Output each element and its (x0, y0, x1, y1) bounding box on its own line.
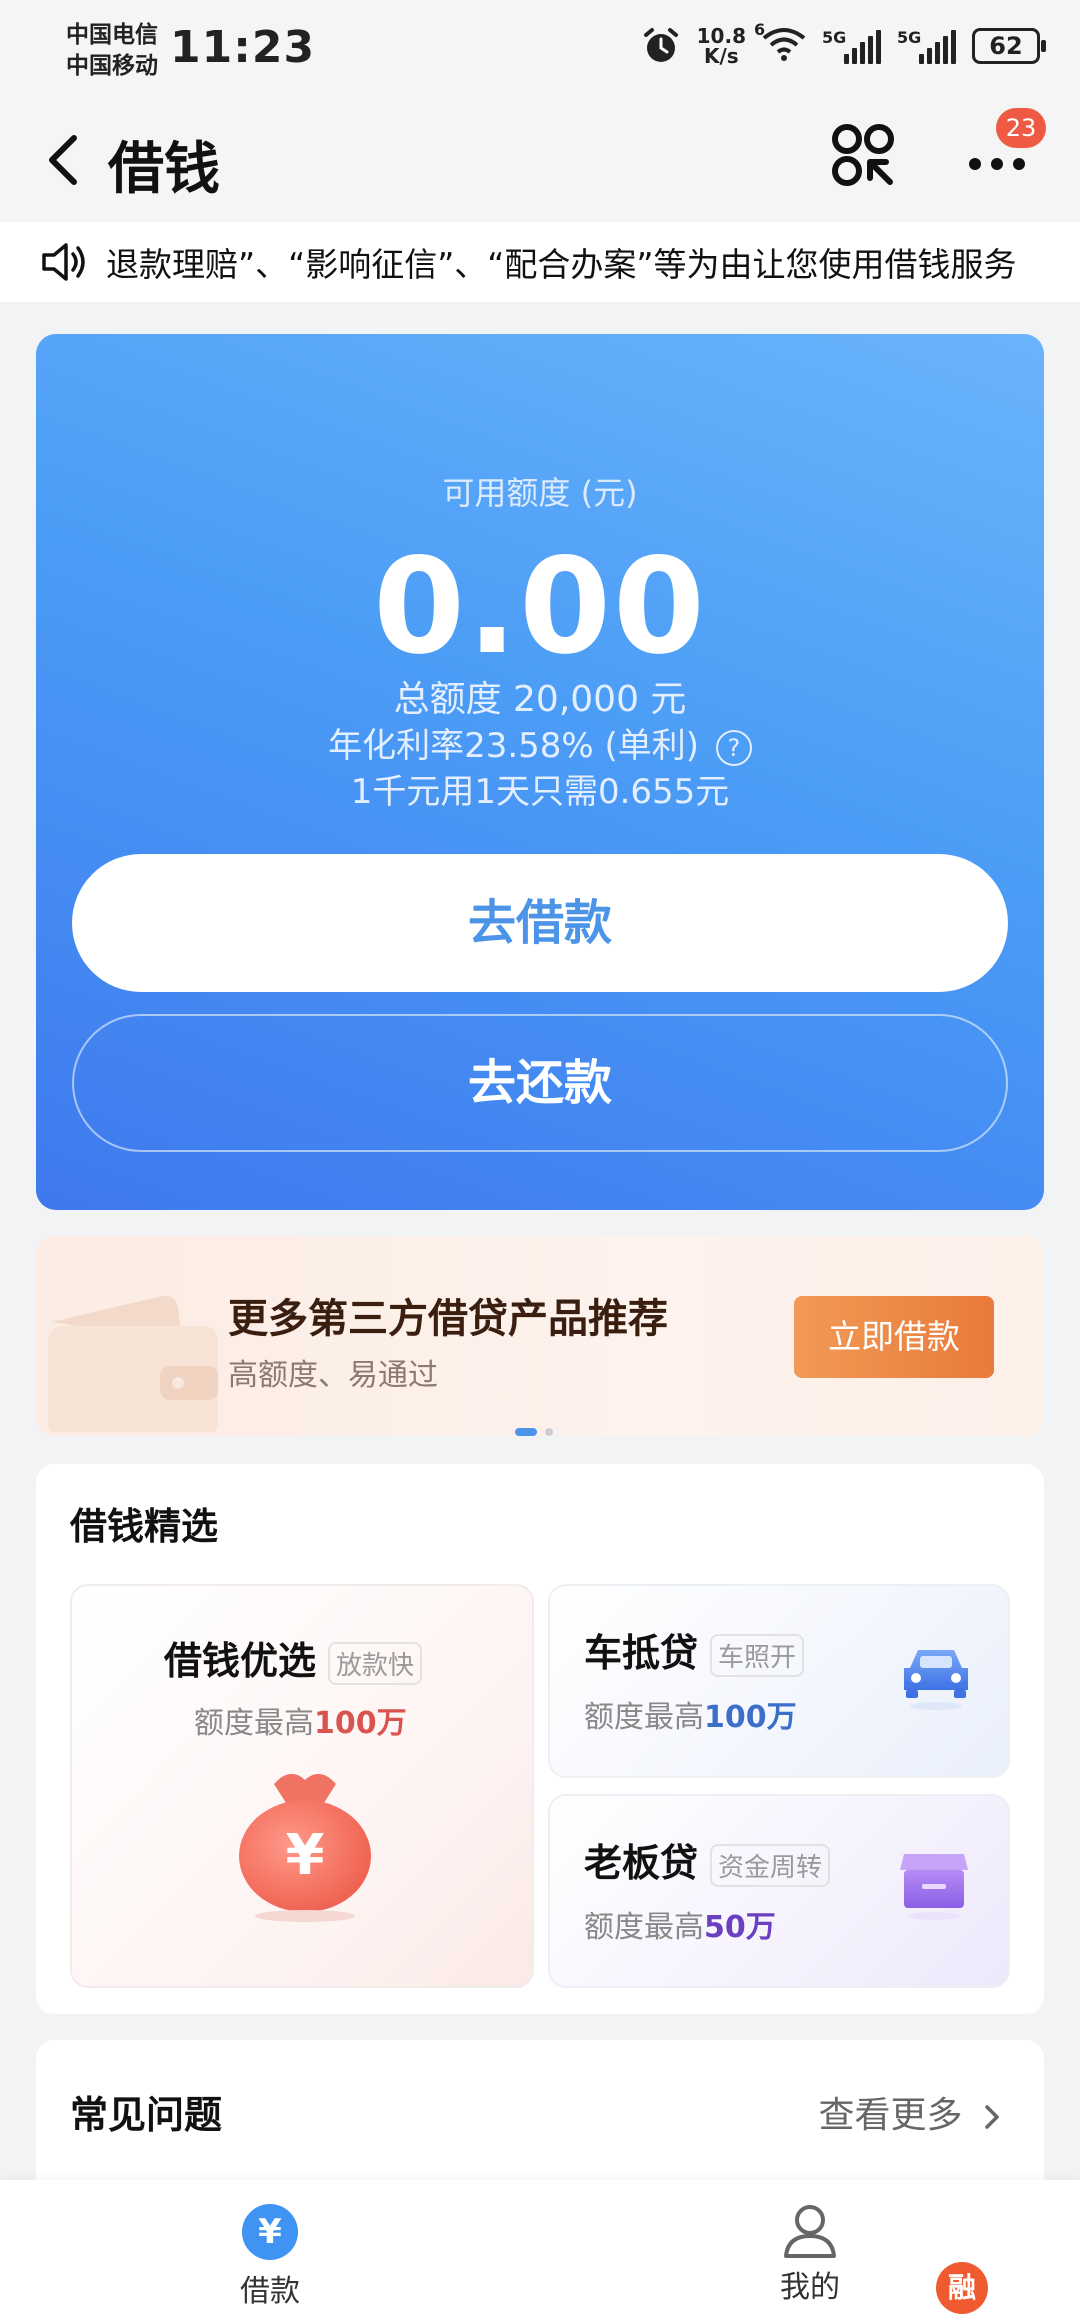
wallet-icon (48, 1295, 218, 1432)
help-icon[interactable]: ? (715, 729, 752, 766)
carousel-dot (545, 1428, 553, 1436)
signal-2-icon: 5G (897, 28, 956, 64)
credit-limit-card: 可用额度 (元) 0.00 总额度 20,000 元 年化利率23.58% (单… (36, 334, 1044, 1210)
limit-value: 50万 (704, 1910, 776, 1945)
limit-value: 100万 (314, 1706, 407, 1741)
tab-borrow-label: 借款 (240, 2274, 300, 2309)
loan-tag: 放款快 (328, 1642, 423, 1685)
loan-card-name: 车抵贷 车照开 (584, 1622, 805, 1677)
limit-prefix: 额度最高 (194, 1706, 314, 1741)
limit-value: 100万 (704, 1700, 797, 1735)
status-bar: 中国电信 中国移动 11:23 10.8 K/s 6 5G 5G 62 (0, 0, 1080, 100)
back-arrow-icon[interactable] (40, 128, 90, 192)
annual-rate-text: 年化利率23.58% (单利) (328, 726, 700, 766)
page-title: 借钱 (108, 137, 220, 202)
limit-prefix: 额度最高 (584, 1700, 704, 1735)
bottom-navigation: ¥ 借款 我的 (0, 2180, 1080, 2317)
floating-rong-button[interactable]: 融 (936, 2262, 988, 2314)
faq-more-link[interactable]: 查看更多 (819, 2086, 1004, 2138)
signal-1-icon: 5G (822, 28, 881, 64)
total-limit: 总额度 20,000 元 (393, 679, 687, 720)
tab-mine[interactable]: 我的 (740, 2190, 880, 2310)
user-icon (784, 2205, 836, 2258)
wifi-label: 6 (754, 20, 766, 39)
loan-limit: 额度最高100万 (584, 1692, 797, 1736)
signal-2-label: 5G (897, 28, 922, 47)
battery-indicator: 62 (972, 28, 1046, 64)
net-speed-unit: K/s (703, 44, 739, 68)
faq-title: 常见问题 (70, 2093, 223, 2137)
money-bag-icon: ¥ (239, 1773, 371, 1922)
annual-rate: 年化利率23.58% (单利) ? (36, 718, 1044, 767)
loan-tag: 资金周转 (710, 1844, 831, 1887)
loan-card-boss[interactable]: 老板贷 资金周转 额度最高50万 (548, 1794, 1010, 1988)
svg-text:¥: ¥ (286, 1823, 325, 1888)
net-speed-value: 10.8 (696, 24, 746, 48)
shop-icon (900, 1854, 968, 1920)
carousel-indicator (515, 1428, 553, 1436)
header-bar: 借钱 23 (0, 100, 1080, 220)
borrow-button[interactable]: 去借款 (72, 854, 1008, 992)
car-icon (904, 1650, 968, 1710)
carrier-1: 中国电信 (66, 22, 158, 48)
loan-name: 借钱优选 (164, 1639, 317, 1683)
section-title: 借钱精选 (70, 1505, 218, 1548)
promo-subtitle: 高额度、易通过 (228, 1358, 438, 1393)
promo-banner[interactable]: 更多第三方借贷产品推荐 高额度、易通过 立即借款 (36, 1236, 1044, 1436)
available-limit-label: 可用额度 (元) (442, 474, 638, 512)
loan-picks-section: 借钱精选 借钱优选 放款快 额度最高100万 ¥ 车抵贷 车照开 额度最高100万 (36, 1464, 1044, 2014)
alarm-icon (643, 28, 678, 62)
promo-borrow-button[interactable]: 立即借款 (794, 1296, 994, 1378)
status-icons: 10.8 K/s 6 5G 5G 62 (641, 20, 1046, 66)
loan-tag: 车照开 (710, 1634, 805, 1677)
net-speed: 10.8 K/s (697, 26, 746, 66)
limit-prefix: 额度最高 (584, 1910, 704, 1945)
signal-1-label: 5G (822, 28, 847, 47)
chevron-right-icon (985, 2105, 999, 2129)
loan-name: 车抵贷 (584, 1631, 699, 1675)
daily-cost: 1千元用1天只需0.655元 (350, 772, 730, 812)
loan-card-car[interactable]: 车抵贷 车照开 额度最高100万 (548, 1584, 1010, 1778)
notice-text: 退款理赔”、“影响征信”、“配合办案”等为由让您使用借钱服务 (106, 245, 1017, 284)
tab-mine-label: 我的 (780, 2270, 840, 2305)
loan-name: 老板贷 (584, 1841, 699, 1885)
loan-limit: 额度最高100万 (194, 1698, 407, 1742)
loan-limit: 额度最高50万 (584, 1902, 776, 1946)
yuan-icon: ¥ (242, 2204, 298, 2260)
loan-card-name: 老板贷 资金周转 (584, 1832, 831, 1887)
repay-button[interactable]: 去还款 (72, 1014, 1008, 1152)
loan-card-name: 借钱优选 放款快 (164, 1630, 423, 1685)
carrier-2: 中国移动 (66, 53, 158, 79)
clock: 11:23 (170, 22, 316, 73)
wifi-indicator: 6 (754, 20, 806, 66)
notice-bar[interactable]: 退款理赔”、“影响征信”、“配合办案”等为由让您使用借钱服务 (0, 222, 1080, 302)
carousel-dot-active (515, 1428, 537, 1436)
promo-title: 更多第三方借贷产品推荐 (228, 1296, 668, 1342)
scan-icon[interactable] (830, 122, 896, 188)
loan-card-preferred[interactable]: 借钱优选 放款快 额度最高100万 ¥ (70, 1584, 534, 1988)
carrier-names: 中国电信 中国移动 (66, 20, 158, 82)
notification-badge: 23 (996, 108, 1046, 148)
wifi-icon (762, 28, 806, 61)
available-amount: 0.00 (373, 530, 707, 684)
tab-borrow[interactable]: ¥ 借款 (200, 2190, 340, 2310)
speaker-icon (42, 243, 85, 281)
faq-more-label: 查看更多 (818, 2095, 963, 2136)
